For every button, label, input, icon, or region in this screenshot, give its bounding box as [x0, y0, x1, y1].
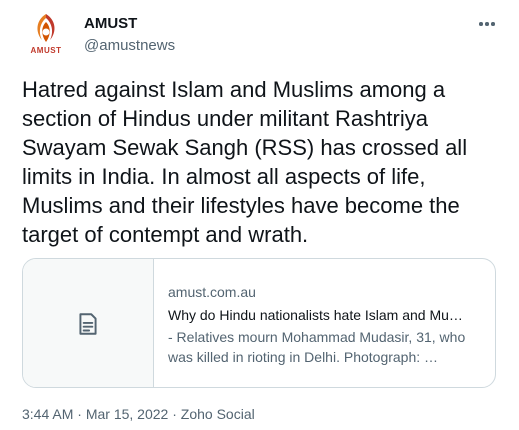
card-body: amust.com.au Why do Hindu nationalists h… — [168, 283, 488, 367]
avatar-label: AMUST — [30, 46, 62, 55]
link-card[interactable]: amust.com.au Why do Hindu nationalists h… — [22, 258, 496, 388]
amust-logo-icon — [37, 14, 55, 42]
tweet-source[interactable]: Zoho Social — [181, 406, 255, 422]
card-domain: amust.com.au — [168, 284, 256, 300]
author-name[interactable]: AMUST — [84, 15, 137, 32]
card-thumbnail — [23, 259, 154, 387]
card-title: Why do Hindu nationalists hate Islam and… — [168, 307, 463, 323]
more-horizontal-icon[interactable] — [477, 16, 497, 32]
card-description: - Relatives mourn Mohammad Mudasir, 31, … — [168, 329, 466, 365]
tweet: AMUST AMUST @amustnews Hatred against Is… — [0, 0, 519, 430]
tweet-text: Hatred against Islam and Muslims among a… — [22, 77, 468, 247]
author-handle[interactable]: @amustnews — [84, 37, 175, 54]
document-icon — [79, 313, 97, 335]
separator: · — [168, 406, 181, 422]
avatar[interactable]: AMUST — [20, 12, 72, 58]
tweet-date[interactable]: Mar 15, 2022 — [86, 406, 169, 422]
tweet-metadata: 3:44 AM · Mar 15, 2022 · Zoho Social — [22, 406, 255, 422]
tweet-time[interactable]: 3:44 AM — [22, 406, 73, 422]
separator: · — [73, 406, 86, 422]
